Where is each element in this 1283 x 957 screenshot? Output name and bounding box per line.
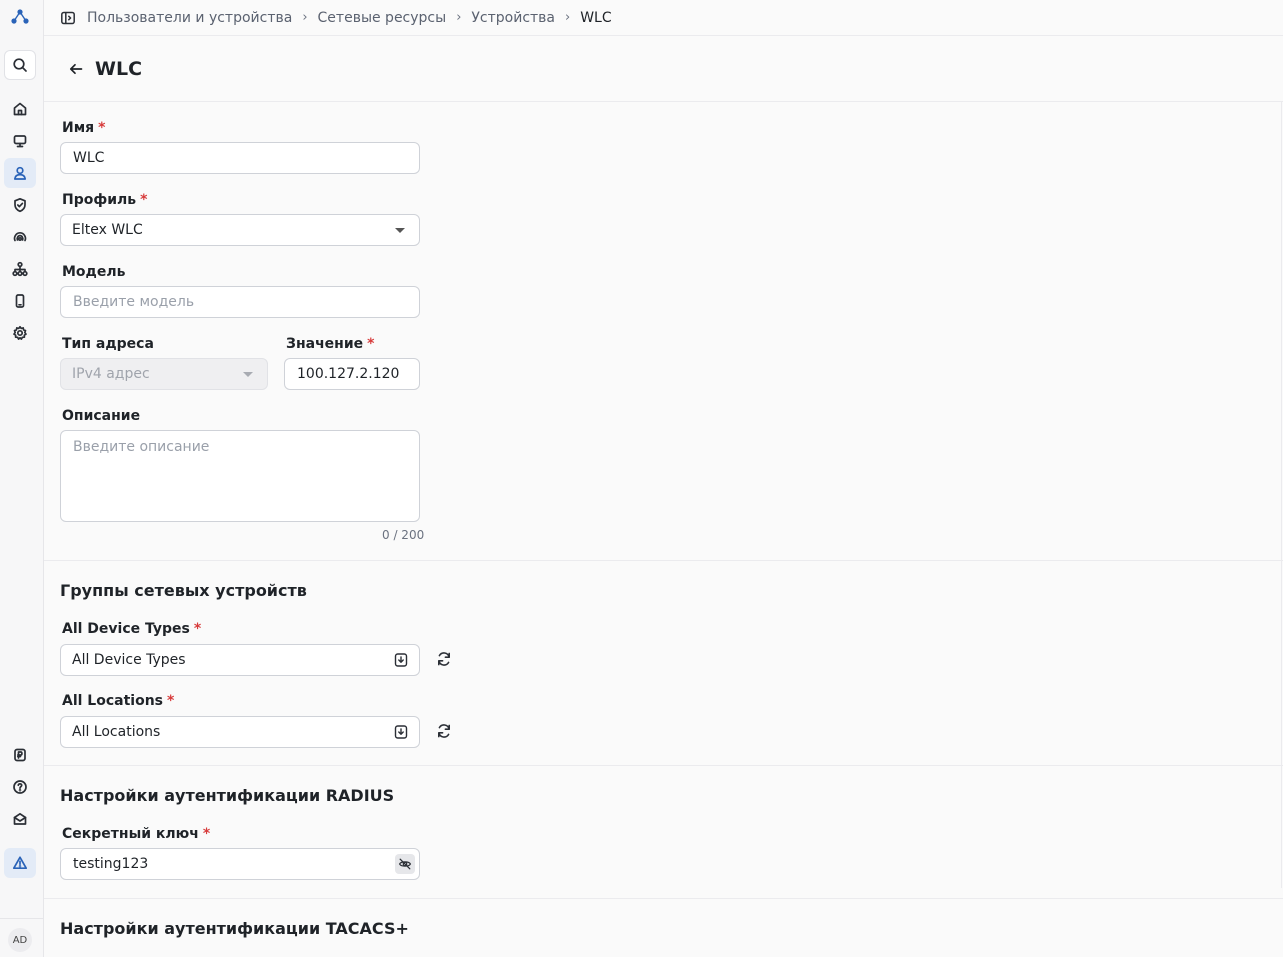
sidebar-item-billing[interactable] xyxy=(4,740,36,770)
sidebar-item-alerts[interactable] xyxy=(4,848,36,878)
section-divider xyxy=(44,898,1283,899)
chevron-right-icon: › xyxy=(565,10,571,25)
breadcrumb-devices[interactable]: Устройства xyxy=(471,10,555,26)
groups-section-title: Группы сетевых устройств xyxy=(60,581,307,600)
profile-select-value: Eltex WLC xyxy=(72,222,143,238)
tacacs-section-title: Настройки аутентификации TACACS+ xyxy=(60,919,409,938)
sidebar-divider xyxy=(0,918,44,919)
mail-open-icon xyxy=(13,812,27,825)
secret-key-label: Секретный ключ * xyxy=(62,826,211,842)
address-value-input[interactable]: 100.127.2.120 xyxy=(284,358,420,390)
gear-icon xyxy=(13,325,27,340)
sidebar-item-monitor[interactable] xyxy=(4,126,36,156)
breadcrumb: Пользователи и устройства › Сетевые ресу… xyxy=(44,0,1283,36)
section-divider xyxy=(44,765,1283,766)
broadcast-icon xyxy=(13,231,27,242)
radius-section-title: Настройки аутентификации RADIUS xyxy=(60,786,395,805)
home-icon xyxy=(13,102,27,116)
secret-key-value: testing123 xyxy=(73,856,149,872)
device-form: Имя * WLC Профиль * Eltex WLC Модель Введи… xyxy=(44,102,1283,957)
sidebar-item-device[interactable] xyxy=(4,286,36,316)
breadcrumb-current: WLC xyxy=(580,9,612,26)
eye-off-icon xyxy=(398,858,412,870)
toggle-visibility-button[interactable] xyxy=(395,854,415,874)
breadcrumb-users-devices[interactable]: Пользователи и устройства xyxy=(87,10,292,26)
sidebar: AD xyxy=(0,0,44,957)
sidebar-item-help[interactable] xyxy=(4,772,36,802)
address-type-select: IPv4 адрес xyxy=(60,358,268,390)
refresh-device-types-icon[interactable] xyxy=(434,649,454,669)
description-label: Описание xyxy=(62,408,141,424)
name-input[interactable]: WLC xyxy=(60,142,420,174)
phone-icon xyxy=(15,294,25,308)
sidebar-item-home[interactable] xyxy=(4,94,36,124)
section-divider xyxy=(44,560,1283,561)
help-icon xyxy=(13,780,27,794)
search-icon xyxy=(13,58,27,72)
select-group-icon[interactable] xyxy=(393,724,409,740)
back-button[interactable] xyxy=(66,59,86,79)
monitor-icon xyxy=(13,135,27,148)
chevron-right-icon: › xyxy=(456,10,462,25)
profile-select[interactable]: Eltex WLC xyxy=(60,214,420,246)
search-button[interactable] xyxy=(4,50,36,80)
address-value-label: Значение * xyxy=(286,336,375,352)
avatar[interactable]: AD xyxy=(8,928,32,952)
sidebar-item-settings[interactable] xyxy=(4,318,36,348)
page-header: WLC xyxy=(44,37,1283,102)
model-label: Модель xyxy=(62,264,126,280)
page-title: WLC xyxy=(95,58,143,80)
address-type-label: Тип адреса xyxy=(62,336,154,352)
device-types-value: All Device Types xyxy=(72,652,186,668)
breadcrumb-network-resources[interactable]: Сетевые ресурсы xyxy=(318,10,447,26)
sidebar-item-network[interactable] xyxy=(4,254,36,284)
device-types-label: All Device Types * xyxy=(62,621,202,637)
name-label: Имя * xyxy=(62,120,106,136)
sidebar-item-security[interactable] xyxy=(4,190,36,220)
sidebar-toggle-icon[interactable] xyxy=(60,10,76,26)
locations-value: All Locations xyxy=(72,724,161,740)
sidebar-item-broadcast[interactable] xyxy=(4,222,36,252)
shield-check-icon xyxy=(14,197,26,213)
chevron-down-icon xyxy=(243,372,253,377)
address-type-value: IPv4 адрес xyxy=(72,366,150,382)
user-icon xyxy=(13,166,27,180)
select-group-icon[interactable] xyxy=(393,652,409,668)
app-logo-icon[interactable] xyxy=(10,8,30,26)
arrow-left-icon xyxy=(69,63,83,75)
sidebar-item-users[interactable] xyxy=(4,158,36,188)
refresh-locations-icon[interactable] xyxy=(434,721,454,741)
sidebar-item-mail[interactable] xyxy=(4,804,36,834)
locations-select[interactable]: All Locations xyxy=(60,716,420,748)
profile-label: Профиль * xyxy=(62,192,148,208)
billing-icon xyxy=(14,748,26,762)
app-root: AD Пользователи и устройства › Сетевые р… xyxy=(0,0,1283,957)
device-types-select[interactable]: All Device Types xyxy=(60,644,420,676)
locations-label: All Locations * xyxy=(62,693,175,709)
description-textarea[interactable]: Введите описание xyxy=(60,430,420,522)
network-tree-icon xyxy=(12,261,28,277)
chevron-down-icon xyxy=(395,228,405,233)
secret-key-input[interactable]: testing123 xyxy=(60,848,420,880)
model-input[interactable]: Введите модель xyxy=(60,286,420,318)
warning-icon xyxy=(12,856,28,870)
description-counter: 0 / 200 xyxy=(382,528,425,542)
chevron-right-icon: › xyxy=(302,10,308,25)
